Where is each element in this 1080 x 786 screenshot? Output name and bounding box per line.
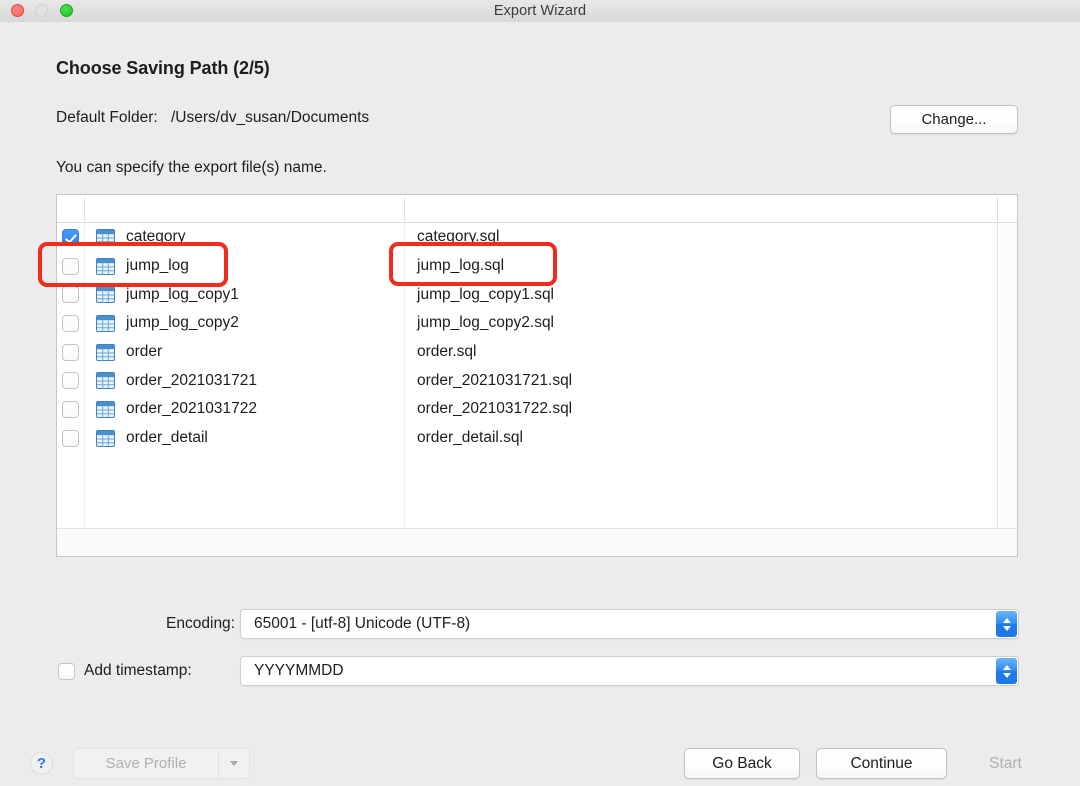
row-name-label: jump_log_copy1 (126, 286, 239, 304)
table-icon (96, 286, 115, 303)
add-timestamp-checkbox[interactable] (58, 663, 75, 680)
row-name-cell[interactable]: jump_log_copy1 (84, 286, 404, 304)
row-file-name[interactable]: order_2021031722.sql (404, 400, 997, 418)
table-row[interactable]: order_2021031722 order_2021031722.sql (57, 395, 997, 424)
export-wizard-window: Export Wizard Choose Saving Path (2/5) D… (0, 0, 1080, 786)
row-checkbox[interactable] (62, 286, 79, 303)
row-name-label: order_2021031721 (126, 372, 257, 390)
row-checkbox[interactable] (62, 430, 79, 447)
row-file-name[interactable]: jump_log.sql (404, 257, 997, 275)
table-row[interactable]: jump_log jump_log.sql (57, 252, 997, 281)
table-icon (96, 372, 115, 389)
row-checkbox[interactable] (62, 229, 79, 246)
row-name-label: order_2021031722 (126, 400, 257, 418)
row-name-label: order_detail (126, 429, 208, 447)
title-bar: Export Wizard (0, 0, 1080, 23)
row-name-cell[interactable]: category (84, 228, 404, 246)
window-title: Export Wizard (0, 0, 1080, 22)
export-files-table[interactable]: category category.sql jump_log jump_log.sql… (56, 194, 1018, 557)
row-checkbox-cell[interactable] (57, 315, 84, 332)
column-divider[interactable] (84, 197, 85, 221)
table-row[interactable]: category category.sql (57, 223, 997, 252)
horizontal-scrollbar[interactable] (57, 528, 1017, 557)
timestamp-format-value: YYYYMMDD (254, 657, 344, 685)
table-row[interactable]: order_detail order_detail.sql (57, 424, 997, 453)
default-folder-row: Default Folder: /Users/dv_susan/Document… (56, 109, 369, 127)
chevron-down-icon[interactable] (218, 749, 249, 778)
row-checkbox[interactable] (62, 401, 79, 418)
table-icon (96, 430, 115, 447)
table-row[interactable]: order_2021031721 order_2021031721.sql (57, 366, 997, 395)
encoding-select[interactable]: 65001 - [utf-8] Unicode (UTF-8) (240, 609, 1019, 639)
row-name-cell[interactable]: order_detail (84, 429, 404, 447)
default-folder-label: Default Folder: (56, 109, 158, 126)
column-divider[interactable] (997, 197, 998, 221)
hint-text: You can specify the export file(s) name. (56, 159, 327, 177)
row-file-name[interactable]: jump_log_copy1.sql (404, 286, 997, 304)
encoding-label: Encoding: (60, 615, 235, 633)
add-timestamp-label: Add timestamp: (84, 662, 192, 680)
dialog-content: Choose Saving Path (2/5) Default Folder:… (0, 22, 1080, 786)
page-title: Choose Saving Path (2/5) (56, 58, 270, 79)
row-name-cell[interactable]: jump_log (84, 257, 404, 275)
default-folder-path: /Users/dv_susan/Documents (171, 109, 369, 126)
change-folder-button[interactable]: Change... (890, 105, 1018, 134)
table-icon (96, 315, 115, 332)
help-button[interactable]: ? (30, 752, 53, 775)
encoding-value: 65001 - [utf-8] Unicode (UTF-8) (254, 610, 470, 638)
table-row[interactable]: order order.sql (57, 338, 997, 367)
vertical-scrollbar[interactable] (997, 223, 1018, 528)
row-checkbox-cell[interactable] (57, 229, 84, 246)
row-name-cell[interactable]: order_2021031722 (84, 400, 404, 418)
table-icon (96, 401, 115, 418)
row-checkbox[interactable] (62, 315, 79, 332)
row-checkbox-cell[interactable] (57, 258, 84, 275)
row-name-label: jump_log (126, 257, 189, 275)
row-file-name[interactable]: order.sql (404, 343, 997, 361)
table-icon (96, 258, 115, 275)
row-name-label: category (126, 228, 185, 246)
continue-button[interactable]: Continue (816, 748, 947, 779)
row-name-cell[interactable]: order_2021031721 (84, 372, 404, 390)
table-body: category category.sql jump_log jump_log.sql… (57, 223, 997, 528)
table-header-row (57, 195, 1018, 223)
row-file-name[interactable]: order_detail.sql (404, 429, 997, 447)
row-file-name[interactable]: jump_log_copy2.sql (404, 314, 997, 332)
row-checkbox[interactable] (62, 372, 79, 389)
save-profile-label: Save Profile (74, 749, 218, 778)
row-checkbox-cell[interactable] (57, 344, 84, 361)
row-checkbox-cell[interactable] (57, 430, 84, 447)
go-back-button[interactable]: Go Back (684, 748, 800, 779)
row-checkbox-cell[interactable] (57, 372, 84, 389)
row-name-label: jump_log_copy2 (126, 314, 239, 332)
row-checkbox[interactable] (62, 258, 79, 275)
row-file-name[interactable]: category.sql (404, 228, 997, 246)
timestamp-format-select[interactable]: YYYYMMDD (240, 656, 1019, 686)
row-name-cell[interactable]: jump_log_copy2 (84, 314, 404, 332)
row-checkbox-cell[interactable] (57, 286, 84, 303)
table-icon (96, 229, 115, 246)
column-divider[interactable] (404, 197, 405, 221)
table-icon (96, 344, 115, 361)
row-checkbox-cell[interactable] (57, 401, 84, 418)
chevron-updown-icon[interactable] (996, 611, 1017, 637)
chevron-updown-icon[interactable] (996, 658, 1017, 684)
row-file-name[interactable]: order_2021031721.sql (404, 372, 997, 390)
table-row[interactable]: jump_log_copy2 jump_log_copy2.sql (57, 309, 997, 338)
start-button: Start (962, 748, 1049, 779)
row-checkbox[interactable] (62, 344, 79, 361)
save-profile-button[interactable]: Save Profile (73, 748, 250, 779)
row-name-cell[interactable]: order (84, 343, 404, 361)
table-row[interactable]: jump_log_copy1 jump_log_copy1.sql (57, 280, 997, 309)
row-name-label: order (126, 343, 162, 361)
